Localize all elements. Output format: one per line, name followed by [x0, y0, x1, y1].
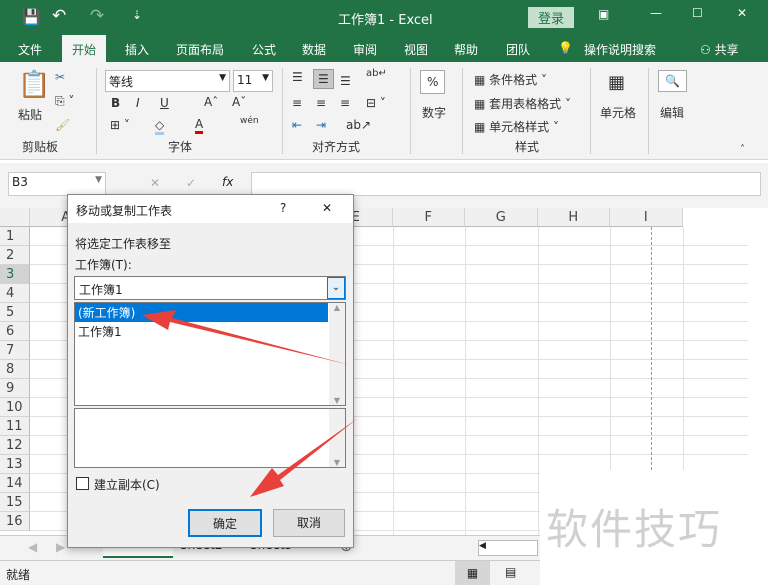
annotation-arrows	[142, 310, 358, 497]
arrow-to-new-workbook	[142, 310, 350, 365]
arrow-to-ok-button	[250, 418, 358, 497]
